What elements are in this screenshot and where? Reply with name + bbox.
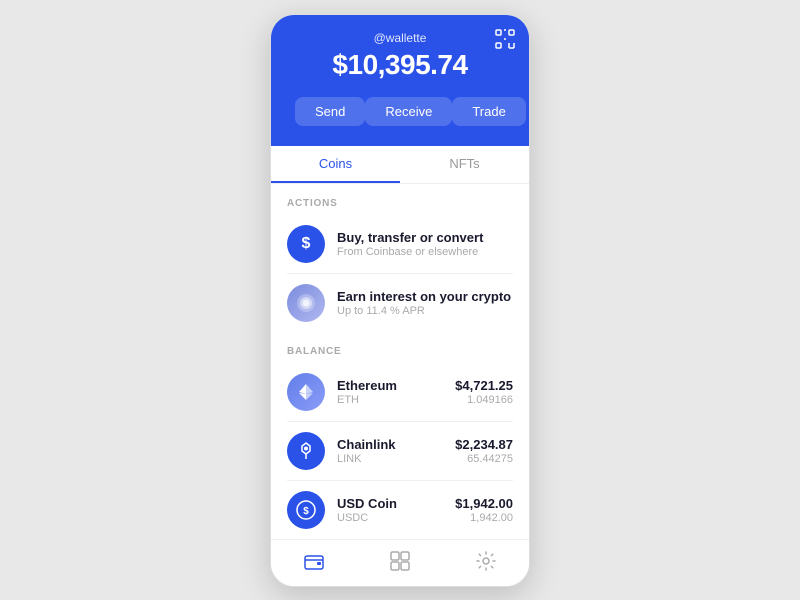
usdc-item[interactable]: $ USD Coin USDC $1,942.00 1,942.00 [271, 481, 529, 539]
nav-settings[interactable] [475, 550, 497, 572]
nav-wallet[interactable] [303, 550, 325, 572]
eth-name: Ethereum [337, 378, 455, 393]
balance-section-label: BALANCE [271, 332, 529, 363]
receive-button[interactable]: Receive [365, 97, 452, 126]
tab-coins[interactable]: Coins [271, 146, 400, 183]
eth-symbol: ETH [337, 394, 455, 406]
tab-nfts[interactable]: NFTs [400, 146, 529, 183]
link-symbol: LINK [337, 453, 455, 465]
bottom-nav [271, 539, 529, 586]
earn-interest-icon [287, 284, 325, 322]
actions-section-label: ACTIONS [271, 184, 529, 215]
link-name: Chainlink [337, 437, 455, 452]
earn-interest-subtitle: Up to 11.4 % APR [337, 305, 513, 317]
eth-value: $4,721.25 [455, 378, 513, 393]
usdc-icon: $ [287, 491, 325, 529]
send-button[interactable]: Send [295, 97, 365, 126]
content-area: ACTIONS $ Buy, transfer or convert From … [271, 184, 529, 539]
action-buttons-row: Send Receive Trade [287, 97, 513, 126]
header: @wallette $10,395.74 Send Receive Trade [271, 15, 529, 146]
usdc-value: $1,942.00 [455, 496, 513, 511]
balance-amount: $10,395.74 [287, 49, 513, 81]
ethereum-icon [287, 373, 325, 411]
nav-grid[interactable] [389, 550, 411, 572]
buy-transfer-subtitle: From Coinbase or elsewhere [337, 246, 513, 258]
usdc-units: 1,942.00 [455, 512, 513, 524]
chainlink-item[interactable]: Chainlink LINK $2,234.87 65.44275 [271, 422, 529, 480]
eth-units: 1.049166 [455, 394, 513, 406]
ethereum-item[interactable]: Ethereum ETH $4,721.25 1.049166 [271, 363, 529, 421]
earn-interest-item[interactable]: Earn interest on your crypto Up to 11.4 … [271, 274, 529, 332]
buy-transfer-icon: $ [287, 225, 325, 263]
buy-transfer-item[interactable]: $ Buy, transfer or convert From Coinbase… [271, 215, 529, 273]
scan-icon[interactable] [495, 29, 515, 54]
chainlink-icon [287, 432, 325, 470]
buy-transfer-title: Buy, transfer or convert [337, 230, 513, 245]
link-units: 65.44275 [455, 453, 513, 465]
usdc-name: USD Coin [337, 496, 455, 511]
link-value: $2,234.87 [455, 437, 513, 452]
phone-frame: @wallette $10,395.74 Send Receive Trade … [270, 14, 530, 587]
username: @wallette [287, 31, 513, 45]
svg-text:$: $ [303, 506, 309, 517]
tabs-bar: Coins NFTs [271, 146, 529, 184]
trade-button[interactable]: Trade [452, 97, 525, 126]
usdc-symbol: USDC [337, 512, 455, 524]
earn-interest-title: Earn interest on your crypto [337, 289, 513, 304]
